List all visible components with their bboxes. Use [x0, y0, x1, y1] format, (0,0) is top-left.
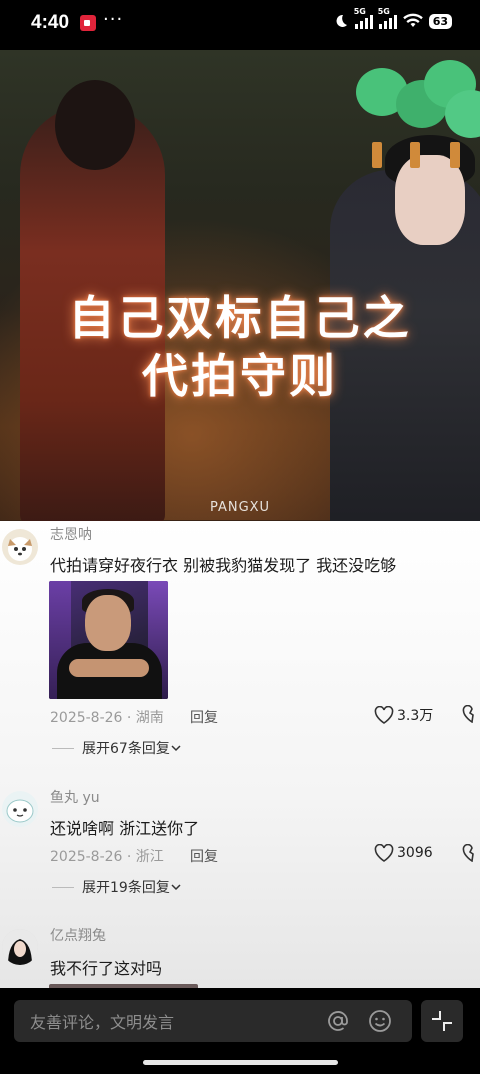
at-icon[interactable] [326, 1009, 350, 1033]
video-figure-right-face [395, 155, 465, 245]
status-icons: 5G 5G 63 [333, 7, 452, 29]
avatar[interactable] [2, 791, 38, 827]
expand-replies-label: 展开67条回复 [82, 741, 170, 757]
like-count: 3096 [397, 845, 433, 861]
expand-replies-label: 展开19条回复 [82, 880, 170, 896]
more-notifications: ··· [103, 9, 124, 30]
heart-icon [374, 706, 394, 724]
comment-username[interactable]: 志恩呐 [50, 524, 92, 544]
battery-level: 63 [428, 13, 452, 29]
comment-date-location: 2025-8-26 · 浙江 [50, 849, 164, 865]
signal-icon-1: 5G [354, 7, 373, 29]
like-button[interactable]: 3096 [374, 844, 433, 862]
status-time: 4:40 [31, 12, 70, 33]
like-button[interactable]: 3.3万 [374, 705, 433, 725]
chevron-down-icon [171, 745, 181, 752]
comment-input-container[interactable] [14, 1000, 412, 1044]
home-indicator[interactable] [143, 1060, 338, 1065]
video-caption-line1: 自己双标自己之 [68, 291, 412, 345]
comment-text: 我不行了这对吗 [50, 959, 163, 978]
status-bar: 4:40 ··· 5G 5G 63 [0, 0, 480, 50]
avatar[interactable] [2, 529, 38, 565]
avatar[interactable] [2, 929, 38, 965]
wifi-icon [402, 13, 423, 27]
collapse-button[interactable] [421, 1000, 463, 1042]
collapse-icon [432, 1011, 452, 1031]
video-watermark: PANGXU [209, 500, 271, 515]
comment-list[interactable]: 志恩呐 代拍请穿好夜行衣 别被我豹猫发现了 我还没吃够 2025-8-26 · … [0, 521, 480, 988]
signal-icon-2: 5G [378, 7, 397, 29]
comment-date-location: 2025-8-26 · 湖南 [50, 710, 164, 726]
screen-record-icon [80, 15, 96, 31]
comment-username[interactable]: 亿点翔兔 [50, 925, 106, 945]
comment-input[interactable] [14, 1000, 322, 1044]
video-caption-line2: 代拍守则 [142, 349, 338, 403]
broken-heart-icon [462, 843, 474, 863]
video-player[interactable]: 自己双标自己之 代拍守则 PANGXU [0, 50, 480, 521]
comment-input-bar [0, 988, 480, 1074]
comment-image[interactable] [49, 581, 168, 699]
emoji-icon[interactable] [368, 1009, 392, 1033]
chevron-down-icon [171, 884, 181, 891]
comment-username[interactable]: 鱼丸 yu [50, 787, 100, 807]
moon-icon [336, 14, 347, 27]
broken-heart-icon [462, 704, 474, 724]
comment-text: 还说啥啊 浙江送你了 [50, 819, 200, 838]
reply-button[interactable]: 回复 [190, 707, 218, 727]
dislike-button[interactable] [462, 843, 480, 866]
heart-icon [374, 844, 394, 862]
video-figure-left-head [55, 80, 135, 170]
expand-replies-button[interactable]: 展开67条回复 [52, 738, 182, 758]
reply-button[interactable]: 回复 [190, 846, 218, 866]
dislike-button[interactable] [462, 704, 480, 727]
comment-text: 代拍请穿好夜行衣 别被我豹猫发现了 我还没吃够 [50, 556, 397, 575]
expand-replies-button[interactable]: 展开19条回复 [52, 877, 182, 897]
like-count: 3.3万 [397, 708, 434, 724]
